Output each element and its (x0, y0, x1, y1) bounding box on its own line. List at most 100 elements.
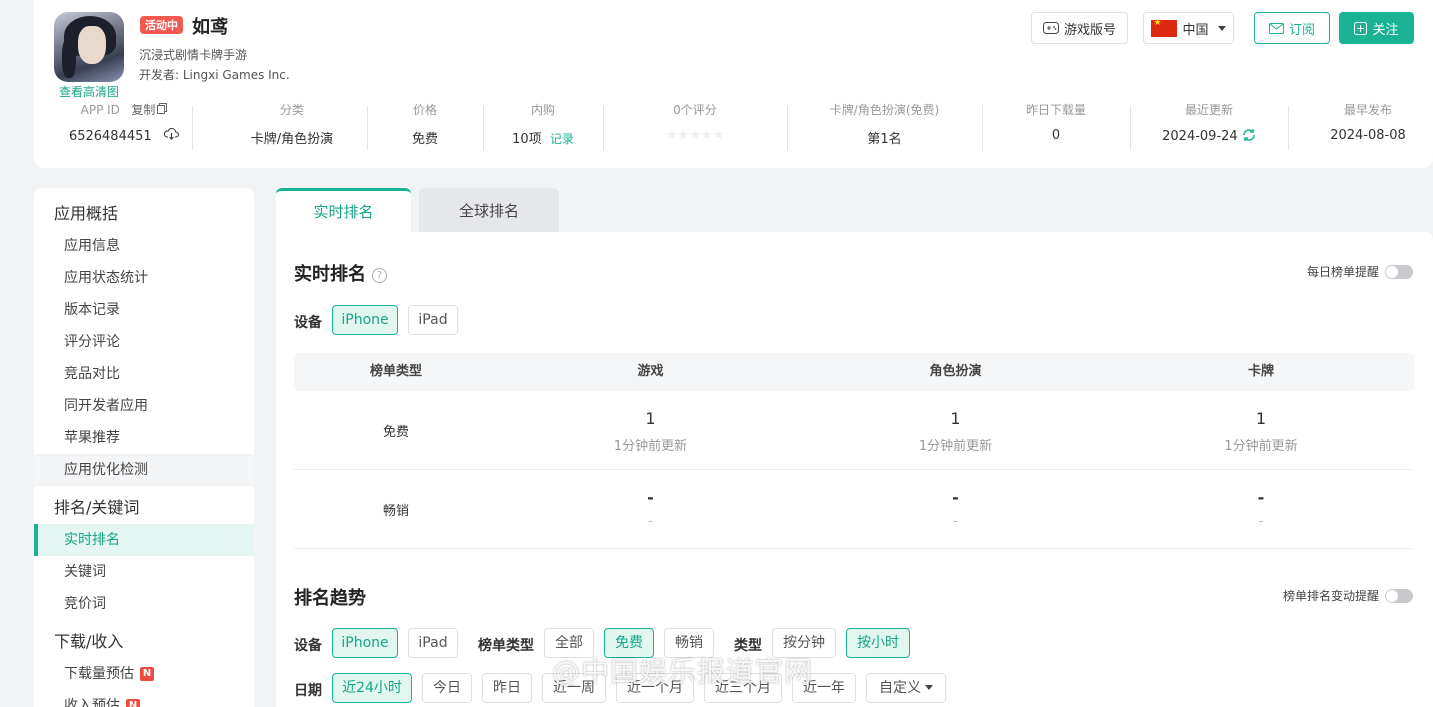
sidebar-item-same-developer[interactable]: 同开发者应用 (34, 390, 254, 422)
app-developer[interactable]: 开发者: Lingxi Games Inc. (139, 66, 290, 83)
sidebar-item-app-info[interactable]: 应用信息 (34, 230, 254, 262)
cloud-download-icon[interactable] (163, 128, 179, 140)
update-time: - (1258, 514, 1264, 529)
stat-category: 分类 卡牌/角色扮演 (212, 100, 372, 147)
tab-realtime-rank[interactable]: 实时排名 (276, 188, 411, 232)
gamepad-icon (1042, 22, 1059, 34)
category-value: 卡牌/角色扮演 (250, 132, 334, 147)
stat-updated: 最近更新 2024-09-24 (1130, 100, 1288, 144)
rank-value: - (1257, 488, 1265, 507)
iap-value: 10项 (512, 132, 542, 147)
app-icon[interactable] (54, 12, 124, 82)
app-stats-bar: APP ID 复制 6526484451 分类 卡牌/角色扮演 价格 免费 内购… (34, 100, 1433, 160)
sidebar-item-revenue-estimate[interactable]: 收入预估 N (34, 690, 254, 707)
rank-value[interactable]: 1 (803, 409, 1108, 428)
watermark: @中国娱乐报道官网 (552, 655, 814, 688)
stat-rating: 0个评分 ★★★★★ (603, 100, 787, 143)
downloads-value: 0 (1051, 128, 1061, 143)
toggle-switch[interactable] (1385, 588, 1413, 603)
date-24h-chip[interactable]: 近24小时 (332, 673, 412, 703)
main-panel: 实时排名? 每日榜单提醒 设备 iPhone iPad 榜单类型 游戏 角色扮演… (276, 232, 1433, 707)
copy-icon[interactable] (157, 103, 168, 114)
revenue-estimate-label: 收入预估 (64, 698, 120, 707)
sidebar-item-aso-check[interactable]: 应用优化检测 (34, 454, 254, 486)
stat-downloads: 昨日下载量 0 (982, 100, 1130, 143)
type-by-hour-chip[interactable]: 按小时 (846, 628, 910, 658)
sidebar-group-ranking: 排名/关键词 (54, 498, 140, 517)
sidebar-item-version-history[interactable]: 版本记录 (34, 294, 254, 326)
trend-device-label: 设备 (294, 638, 322, 654)
rank-value: - (952, 488, 959, 507)
follow-button[interactable]: 关注 (1339, 12, 1414, 44)
update-time: 1分钟前更新 (1224, 439, 1298, 454)
trend-section-title: 排名趋势 (294, 588, 366, 609)
row-type-grossing: 畅销 (382, 504, 409, 519)
sidebar-group-downloads: 下载/收入 (54, 632, 124, 651)
rating-stars-placeholder: ★★★★★ (665, 128, 725, 143)
price-value: 免费 (411, 132, 438, 147)
app-icon-face (78, 26, 106, 64)
stat-app-id: APP ID 复制 6526484451 (54, 100, 194, 144)
rank-value[interactable]: 1 (1108, 409, 1414, 428)
date-today-chip[interactable]: 今日 (422, 673, 472, 703)
rank-value: - (647, 488, 654, 507)
copy-link[interactable]: 复制 (131, 103, 155, 117)
stat-iap: 内购 10项 记录 (483, 100, 603, 147)
sidebar-item-competitors[interactable]: 竞品对比 (34, 358, 254, 390)
released-value: 2024-08-08 (1330, 128, 1406, 143)
country-select[interactable]: 中国 (1143, 12, 1234, 44)
rating-label: 0个评分 (673, 103, 717, 117)
sidebar-item-keywords[interactable]: 关键词 (34, 556, 254, 588)
trend-device-iphone-chip[interactable]: iPhone (332, 628, 398, 658)
iap-label: 内购 (530, 103, 555, 117)
update-time: 1分钟前更新 (918, 439, 993, 454)
game-license-label: 游戏版号 (1063, 22, 1116, 38)
help-icon[interactable]: ? (372, 268, 387, 283)
stat-released: 最早发布 2024-08-08 (1288, 100, 1433, 143)
header-roleplay: 角色扮演 (929, 364, 982, 379)
tab-global-rank[interactable]: 全球排名 (419, 188, 559, 232)
plus-icon (1354, 21, 1368, 35)
caret-down-icon (1217, 25, 1226, 31)
rank-value[interactable]: 1 (498, 409, 803, 428)
header-list-type: 榜单类型 (369, 364, 422, 379)
sidebar-item-status-stats[interactable]: 应用状态统计 (34, 262, 254, 294)
trend-device-ipad-chip[interactable]: iPad (408, 628, 458, 658)
realtime-section-title: 实时排名? (294, 260, 387, 286)
daily-reminder-label: 每日榜单提醒 (1306, 265, 1379, 279)
header-card: 卡牌 (1247, 364, 1274, 379)
sidebar-item-realtime-rank[interactable]: 实时排名 (34, 524, 254, 556)
category-rank-label: 卡牌/角色扮演(免费) (829, 103, 940, 117)
follow-label: 关注 (1372, 22, 1399, 38)
date-custom-dropdown[interactable]: 自定义 (866, 673, 946, 703)
subscribe-button[interactable]: 订阅 (1254, 12, 1330, 44)
stat-divider (192, 106, 193, 150)
rank-table: 榜单类型 游戏 角色扮演 卡牌 免费 1 1分钟前更新 1 1分钟前更新 1 1… (294, 353, 1414, 549)
sidebar-item-bid-keywords[interactable]: 竞价词 (34, 588, 254, 620)
toggle-switch[interactable] (1385, 264, 1413, 279)
update-time: - (648, 514, 653, 529)
device-iphone-chip[interactable]: iPhone (332, 305, 398, 335)
download-estimate-label: 下载量预估 (64, 666, 134, 682)
rank-change-reminder-toggle[interactable]: 榜单排名变动提醒 (1283, 587, 1413, 604)
sidebar-item-download-estimate[interactable]: 下载量预估 N (34, 658, 254, 690)
caret-down-icon (925, 685, 933, 690)
refresh-icon[interactable] (1242, 128, 1256, 142)
game-license-button[interactable]: 游戏版号 (1031, 12, 1128, 44)
date-custom-label: 自定义 (879, 680, 921, 696)
stat-price: 价格 免费 (367, 100, 483, 147)
stat-category-rank: 卡牌/角色扮演(免费) 第1名 (787, 100, 982, 147)
daily-reminder-toggle[interactable]: 每日榜单提醒 (1307, 263, 1413, 280)
new-badge: N (126, 699, 140, 707)
view-hd-link[interactable]: 查看高清图 (59, 83, 119, 100)
header-games: 游戏 (637, 364, 664, 379)
released-label: 最早发布 (1343, 103, 1392, 117)
sidebar-item-reviews[interactable]: 评分评论 (34, 326, 254, 358)
device-ipad-chip[interactable]: iPad (408, 305, 458, 335)
sidebar-item-apple-featured[interactable]: 苹果推荐 (34, 422, 254, 454)
app-id-value: 6526484451 (68, 129, 152, 144)
downloads-label: 昨日下载量 (1025, 103, 1086, 117)
iap-records-link[interactable]: 记录 (550, 132, 574, 146)
date-yesterday-chip[interactable]: 昨日 (482, 673, 532, 703)
update-time: - (953, 514, 958, 529)
